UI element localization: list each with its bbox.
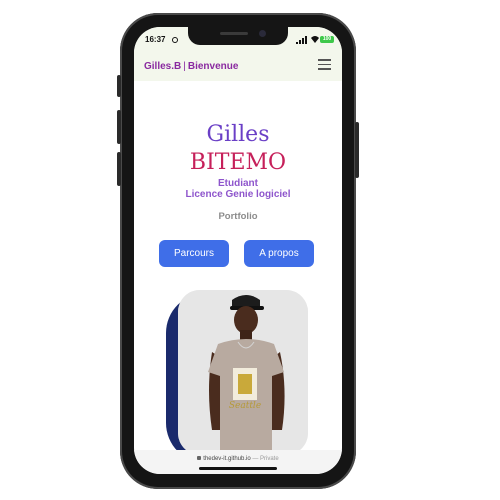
phone-screen: 16:37 100 Gilles.B | Bienvenue Gilles BITE…	[134, 27, 342, 474]
status-time: 16:37	[145, 35, 166, 44]
front-camera	[259, 30, 266, 37]
browser-url-bar[interactable]: thedev-it.github.io — Private	[134, 450, 342, 474]
svg-text:Seattle: Seattle	[229, 401, 261, 411]
portfolio-label: Portfolio	[218, 211, 258, 222]
url-text: thedev-it.github.io	[203, 456, 251, 462]
phone-side-button	[117, 75, 121, 97]
hero-role-line-2: Licence Genie logiciel	[185, 189, 291, 200]
brand-name: Gilles.B	[144, 61, 182, 72]
a-propos-button[interactable]: A propos	[244, 240, 314, 267]
profile-photo-illustration: Seattle	[178, 290, 308, 455]
hero-last-name: BITEMO	[189, 150, 287, 175]
brand-separator: |	[183, 61, 186, 72]
private-label: Private	[260, 456, 279, 462]
hero-first-name: Gilles	[206, 122, 270, 147]
phone-volume-up-button	[117, 110, 121, 144]
focus-status-icon	[172, 37, 178, 43]
wifi-icon	[311, 36, 319, 43]
home-indicator[interactable]	[199, 467, 277, 470]
speaker-grille	[220, 32, 248, 35]
signal-icon	[296, 36, 307, 44]
site-brand[interactable]: Gilles.B | Bienvenue	[144, 61, 238, 72]
url-separator: —	[250, 456, 261, 462]
phone-power-button	[355, 122, 359, 178]
hero-role: Etudiant Licence Genie logiciel	[134, 178, 342, 200]
phone-notch	[188, 27, 288, 45]
hamburger-menu-icon[interactable]	[318, 59, 332, 71]
battery-icon: 100	[320, 36, 334, 43]
brand-greeting: Bienvenue	[187, 61, 239, 72]
profile-photo: Seattle	[178, 290, 308, 455]
lock-icon	[197, 456, 202, 460]
phone-volume-down-button	[117, 152, 121, 186]
site-navbar: Gilles.B | Bienvenue	[134, 53, 342, 81]
parcours-button[interactable]: Parcours	[159, 240, 229, 267]
hero-role-line-1: Etudiant	[218, 178, 258, 189]
